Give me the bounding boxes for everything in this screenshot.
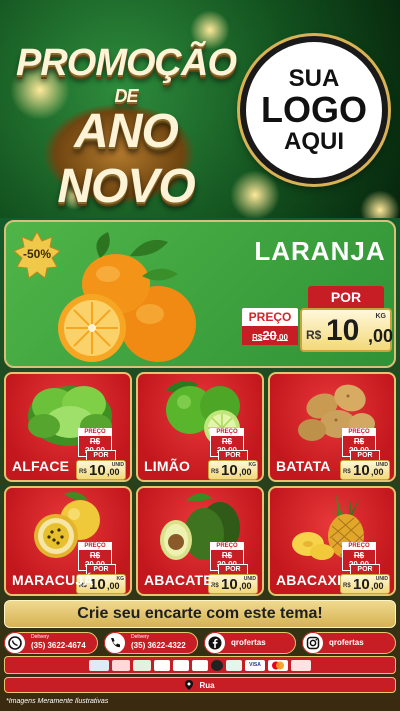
- product-card-alface[interactable]: PREÇO R$ 20,00 POR R$ 10 ,00 UNID ALFACE: [4, 372, 132, 482]
- card-icon: [211, 659, 223, 671]
- phone-icon: [104, 632, 126, 654]
- contact-facebook[interactable]: qrofertas: [204, 632, 296, 654]
- new-price-label: POR: [308, 286, 384, 308]
- promo-title-line3: ANO NOVO: [57, 105, 195, 213]
- new-price-value: R$ 10 ,00 KG: [300, 308, 394, 352]
- card-icon: [173, 659, 189, 671]
- location-pin-icon: [185, 680, 194, 690]
- price-cents: ,00: [368, 326, 394, 346]
- contact-instagram[interactable]: qrofertas: [302, 632, 396, 654]
- store-logo-placeholder[interactable]: SUA LOGO AQUI: [240, 36, 388, 184]
- promo-title: PROMOÇÃO DE ANO NOVO: [8, 38, 244, 213]
- contact-bar: Delivery (35) 3622-4674 Delivery (35) 36…: [4, 632, 396, 654]
- new-price-tag: POR R$ 10 ,00 UNID: [76, 450, 126, 480]
- contact-phone[interactable]: Delivery (35) 3622-4322: [104, 632, 198, 654]
- featured-product-name: LARANJA: [254, 236, 386, 266]
- old-price-label: PREÇO: [242, 308, 298, 326]
- card-icon: [291, 659, 311, 671]
- product-card-maracuja[interactable]: PREÇO R$ 20,00 POR R$ 10 ,00 KG MARACUJÁ: [4, 486, 132, 596]
- facebook-icon: [204, 632, 226, 654]
- product-name: BATATA: [276, 458, 331, 474]
- cta-text: Crie seu encarte com este tema!: [77, 605, 323, 622]
- product-card-abacate[interactable]: PREÇO R$ 20,00 POR R$ 10 ,00 UNID ABACAT…: [136, 486, 264, 596]
- promo-title-line1: PROMOÇÃO: [16, 42, 237, 84]
- logo-text-line1: SUA: [288, 64, 340, 92]
- contact-text: qrofertas: [231, 638, 266, 647]
- featured-product-card[interactable]: -50% LARANJA PREÇO R$20,00 POR R$ 10 ,00…: [4, 220, 396, 368]
- logo-text-line2: LOGO: [261, 89, 367, 131]
- currency-symbol: R$: [306, 328, 322, 342]
- product-name: MARACUJÁ: [12, 572, 94, 588]
- contact-text: qrofertas: [329, 638, 364, 647]
- contact-text: (35) 3622-4674: [31, 641, 86, 650]
- visa-icon: VISA: [245, 659, 265, 671]
- logo-text-line3: AQUI: [284, 127, 344, 155]
- old-price-value: R$20,00: [242, 326, 298, 345]
- card-icon: [192, 659, 208, 671]
- mastercard-icon: [268, 659, 288, 671]
- old-price-tag: PREÇO R$20,00: [242, 308, 298, 345]
- create-flyer-banner[interactable]: Crie seu encarte com este tema!: [4, 600, 396, 628]
- product-card-limao[interactable]: PREÇO R$ 20,00 POR R$ 10 ,00 KG LIMÃO: [136, 372, 264, 482]
- price-unit: KG: [375, 313, 387, 320]
- product-name: ABACATE: [144, 572, 213, 588]
- address-bar[interactable]: Rua: [4, 677, 396, 693]
- disclaimer-text: *Imagens Meramente Ilustrativas: [6, 698, 109, 705]
- product-name: ABACAXI: [276, 572, 342, 588]
- product-name: LIMÃO: [144, 458, 191, 474]
- product-card-batata[interactable]: PREÇO R$ 20,00 POR R$ 10 ,00 UNID BATATA: [268, 372, 396, 482]
- card-icon: [112, 659, 130, 671]
- orange-image: [58, 232, 196, 362]
- card-icon: [133, 659, 151, 671]
- header-banner: PROMOÇÃO DE ANO NOVO SUA LOGO AQUI: [0, 0, 400, 218]
- contact-whatsapp[interactable]: Delivery (35) 3622-4674: [4, 632, 98, 654]
- card-icon: [89, 659, 109, 671]
- product-card-abacaxi[interactable]: PREÇO R$ 20,00 POR R$ 10 ,00 UNID ABACAX…: [268, 486, 396, 596]
- new-price-tag: POR R$ 10 ,00 KG: [300, 286, 394, 352]
- contact-text: (35) 3622-4322: [131, 641, 186, 650]
- instagram-icon: [302, 632, 324, 654]
- product-name: ALFACE: [12, 458, 70, 474]
- new-price-tag: POR R$ 10 ,00 UNID: [340, 564, 390, 594]
- address-text: Rua: [199, 680, 215, 690]
- price-integer: 10: [326, 314, 360, 347]
- new-price-tag: POR R$ 10 ,00 UNID: [340, 450, 390, 480]
- new-price-tag: POR R$ 10 ,00 UNID: [208, 564, 258, 594]
- pix-icon: [226, 659, 242, 671]
- new-price-tag: POR R$ 10 ,00 KG: [208, 450, 258, 480]
- card-icon: [154, 659, 170, 671]
- payment-methods: VISA: [4, 656, 396, 674]
- whatsapp-icon: [4, 632, 26, 654]
